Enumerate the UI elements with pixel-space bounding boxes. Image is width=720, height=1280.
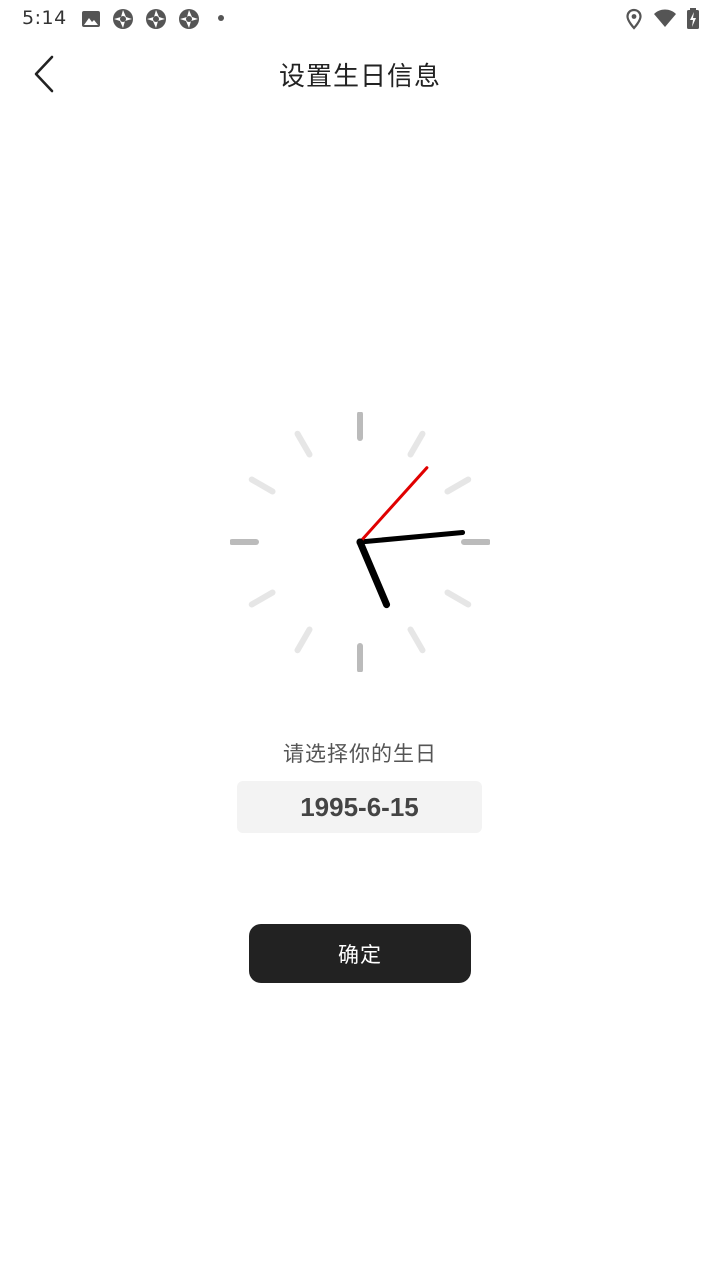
confirm-button[interactable]: 确定 — [249, 924, 471, 983]
birthday-prompt: 请选择你的生日 — [283, 742, 437, 766]
battery-charging-icon — [686, 8, 700, 30]
clock-minor-tick — [407, 430, 426, 458]
clock-minor-tick — [444, 589, 472, 608]
more-dot-icon — [218, 15, 224, 21]
birthday-date-field[interactable]: 1995-6-15 — [237, 781, 482, 833]
app-notification-icon — [178, 8, 200, 30]
clock-second-hand — [358, 466, 429, 544]
status-bar: 5:14 — [0, 0, 720, 36]
wifi-icon — [653, 8, 677, 30]
clock-face — [229, 411, 491, 673]
image-icon — [80, 8, 102, 30]
clock-minor-tick — [294, 430, 313, 458]
app-notification-icon — [112, 8, 134, 30]
clock-minor-tick — [248, 589, 276, 608]
clock-minor-tick — [407, 626, 426, 654]
app-notification-icon — [145, 8, 167, 30]
location-icon — [623, 8, 645, 30]
page-title: 设置生日信息 — [278, 62, 441, 92]
clock-center-pin — [356, 538, 364, 546]
clock-hour-hand — [356, 538, 391, 609]
analog-clock — [229, 411, 491, 673]
clock-minor-tick — [294, 626, 313, 654]
birthday-date-value: 1995-6-15 — [300, 791, 419, 822]
status-time: 5:14 — [22, 7, 67, 29]
clock-minute-hand — [357, 529, 466, 545]
clock-minor-tick — [248, 476, 276, 495]
clock-minor-tick — [444, 476, 472, 495]
confirm-button-label: 确定 — [338, 942, 382, 967]
app-bar: 设置生日信息 — [0, 36, 720, 112]
